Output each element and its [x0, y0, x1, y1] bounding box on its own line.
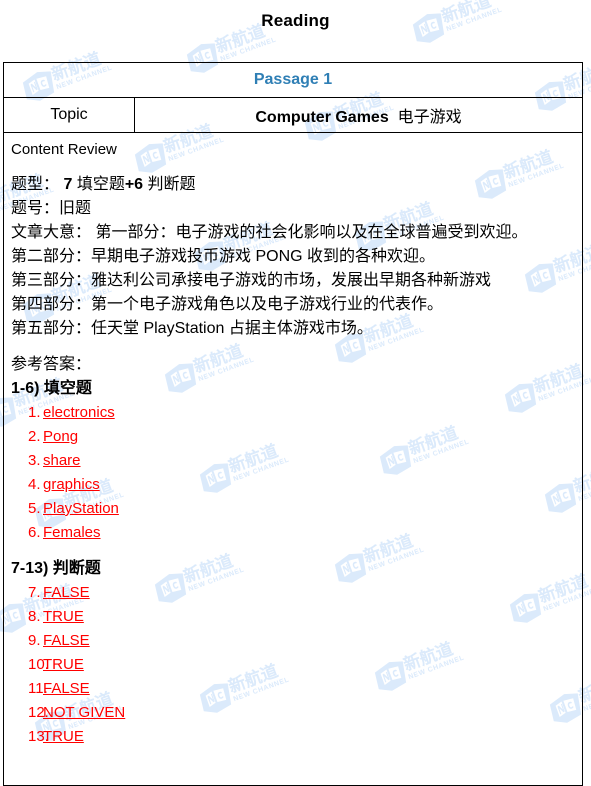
watermark-english-text: NEW CHANNEL: [219, 35, 278, 63]
review-line-1-count-tf: +6: [124, 176, 144, 193]
page-title: Reading: [261, 11, 330, 30]
true-false-answer-item: 12. NOT GIVEN: [11, 701, 576, 725]
review-line-summary-part5: 第五部分：任天堂 PlayStation 占据主体游戏市场。: [11, 320, 373, 337]
topic-value-chinese: 电子游戏: [397, 109, 462, 126]
review-line-summary-part4: 第四部分：第一个电子游戏角色以及电子游戏行业的代表作。: [11, 296, 444, 313]
gap-fill-answer-list: 1. electronics 2. Pong 3. share 4. graphics 5. Pl…: [11, 401, 576, 545]
review-line-summary-part1: 文章大意： 第一部分：电子游戏的社会化影响以及在全球普遍受到欢迎。: [11, 224, 528, 241]
true-false-answer-value: TRUE: [43, 608, 84, 625]
gap-fill-answer-item: 6. Females: [11, 521, 576, 545]
true-false-answer-number: 8.: [28, 608, 41, 625]
true-false-answer-list: 7. FALSE 8. TRUE 9. FALSE 10. TRUE 11. FALSE 12. NO…: [11, 581, 576, 749]
gap-fill-answer-number: 5.: [28, 500, 41, 517]
gap-fill-answer-number: 1.: [28, 404, 41, 421]
topic-value-english: Computer Games: [255, 109, 389, 126]
gap-fill-answer-value: Females: [43, 524, 101, 541]
passage-table: Passage 1 Topic Computer Games 电子游戏 Cont…: [3, 62, 583, 786]
true-false-answer-number: 10.: [28, 656, 49, 673]
topic-label-cell: Topic: [3, 97, 135, 133]
gap-fill-answer-number: 2.: [28, 428, 41, 445]
topic-value-cell: Computer Games 电子游戏: [134, 97, 583, 133]
true-false-answer-item: 8. TRUE: [11, 605, 576, 629]
gap-fill-section-heading: 1-6) 填空题: [11, 380, 92, 397]
true-false-answer-value: FALSE: [43, 680, 90, 697]
watermark-english-text: NEW CHANNEL: [582, 686, 591, 713]
review-line-1-prefix: 题型：: [11, 176, 60, 193]
answers-heading: 参考答案：: [11, 356, 92, 373]
review-line-summary-part2: 第二部分：早期电子游戏投币游戏 PONG 收到的各种欢迎。: [11, 248, 436, 265]
true-false-answer-value: FALSE: [43, 584, 90, 601]
true-false-answer-number: 11.: [28, 680, 48, 697]
true-false-answer-item: 7. FALSE: [11, 581, 576, 605]
gap-fill-answer-item: 4. graphics: [11, 473, 576, 497]
true-false-answer-item: 10. TRUE: [11, 653, 576, 677]
table-row-passage-header: Passage 1: [3, 62, 583, 98]
review-line-question-type: 题型： 7 填空题+6 判断题: [11, 173, 576, 197]
gap-fill-answer-item: 5. PlayStation: [11, 497, 576, 521]
true-false-answer-value: TRUE: [43, 656, 84, 673]
gap-fill-answer-value: graphics: [43, 476, 100, 493]
true-false-answer-item: 13. TRUE: [11, 725, 576, 749]
true-false-answer-item: 11. FALSE: [11, 677, 576, 701]
review-line-summary-part3: 第三部分：雅达利公司承接电子游戏的市场，发展出早期各种新游戏: [11, 272, 492, 289]
gap-fill-answer-item: 1. electronics: [11, 401, 576, 425]
table-row-topic: Topic Computer Games 电子游戏: [3, 97, 583, 133]
content-layer: Reading Passage 1 Topic Computer Games 电…: [0, 0, 591, 786]
gap-fill-answer-value: share: [43, 452, 81, 469]
content-review-cell: Content Review 题型： 7 填空题+6 判断题 题号：旧题 文章大…: [4, 133, 583, 786]
true-false-answer-value: FALSE: [43, 632, 90, 649]
gap-fill-answer-value: PlayStation: [43, 500, 119, 517]
gap-fill-answer-number: 6.: [28, 524, 41, 541]
gap-fill-answer-value: electronics: [43, 404, 115, 421]
gap-fill-answer-item: 2. Pong: [11, 425, 576, 449]
passage-header-cell: Passage 1: [3, 62, 583, 98]
true-false-answer-item: 9. FALSE: [11, 629, 576, 653]
review-line-1-tail: 判断题: [143, 176, 196, 193]
gap-fill-answer-number: 3.: [28, 452, 41, 469]
gap-fill-answer-item: 3. share: [11, 449, 576, 473]
true-false-answer-number: 7.: [28, 584, 41, 601]
gap-fill-answer-value: Pong: [43, 428, 79, 445]
review-line-1-after: 填空题: [72, 176, 125, 193]
true-false-answer-value: TRUE: [43, 728, 84, 745]
table-row-content-review: Content Review 题型： 7 填空题+6 判断题 题号：旧题 文章大…: [4, 133, 583, 786]
true-false-answer-value: NOT GIVEN: [43, 704, 126, 721]
gap-fill-answer-number: 4.: [28, 476, 41, 493]
review-line-question-number: 题号：旧题: [11, 200, 92, 217]
content-review-heading: Content Review: [11, 141, 117, 158]
true-false-answer-number: 9.: [28, 632, 41, 649]
true-false-answer-number: 13.: [28, 728, 49, 745]
true-false-section-heading: 7-13) 判断题: [11, 560, 101, 577]
true-false-answer-number: 12.: [28, 704, 49, 721]
